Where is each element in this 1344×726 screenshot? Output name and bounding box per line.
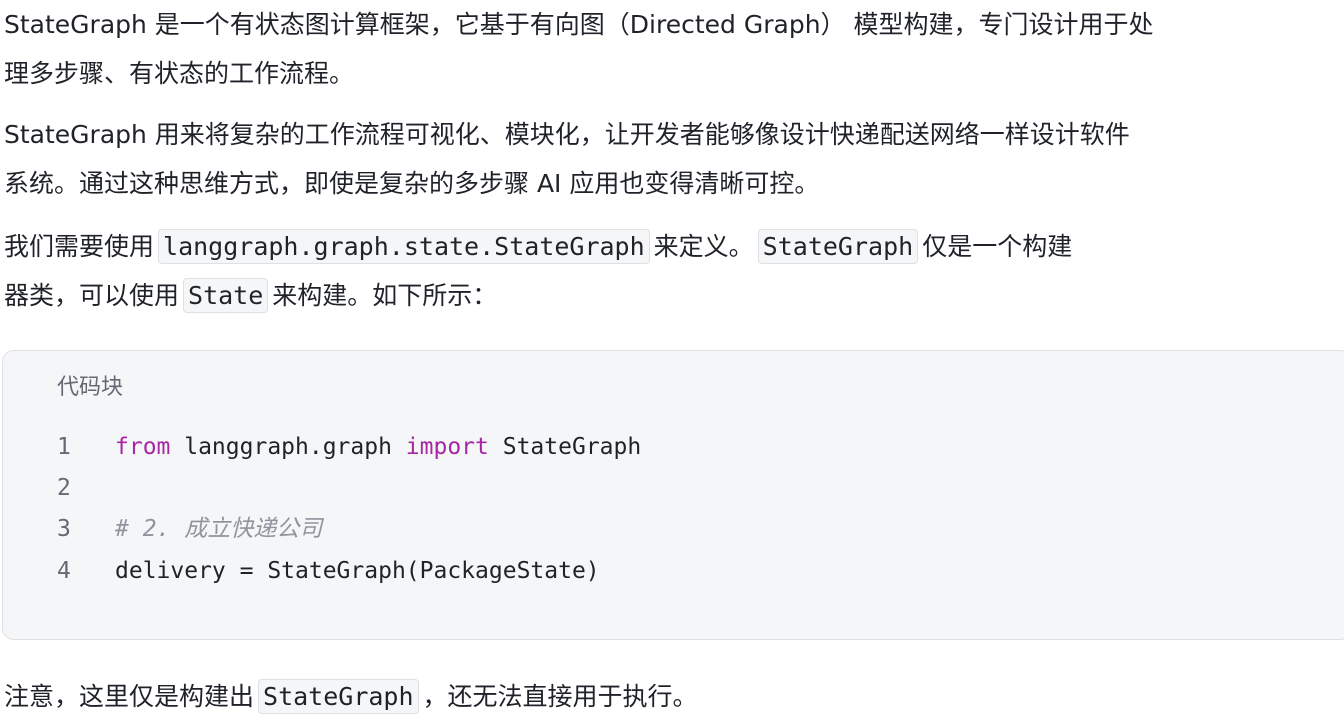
- line-number: 1: [57, 434, 71, 460]
- keyword: import: [405, 434, 489, 460]
- line-number: 4: [57, 558, 71, 584]
- code-block[interactable]: 代码块 1 from langgraph.graph import StateG…: [2, 350, 1344, 640]
- paragraph-text: 仅是一个构建: [922, 232, 1073, 261]
- inline-code-state: State: [183, 278, 269, 313]
- code-fragment: StateGraph: [488, 434, 642, 460]
- paragraph-text: 来构建。如下所示：: [272, 281, 498, 310]
- code-text: from langgraph.graph import StateGraph: [115, 427, 641, 468]
- line-number: 2: [57, 475, 71, 501]
- paragraph-note: 注意，这里仅是构建出 StateGraph ，还无法直接用于执行。: [4, 672, 1340, 721]
- paragraph-purpose: StateGraph 用来将复杂的工作流程可视化、模块化，让开发者能够像设计快递…: [4, 110, 1340, 208]
- inline-code-stategraph: StateGraph: [258, 679, 419, 714]
- paragraph-text: 理多步骤、有状态的工作流程。: [4, 59, 355, 88]
- paragraph-text: 系统。通过这种思维方式，即使是复杂的多步骤 AI 应用也变得清晰可控。: [4, 169, 820, 198]
- code-text: delivery = StateGraph(PackageState): [115, 558, 600, 584]
- code-block-title: 代码块: [57, 375, 124, 400]
- paragraph-intro: StateGraph 是一个有状态图计算框架，它基于有向图（Directed G…: [4, 0, 1340, 98]
- keyword: from: [115, 434, 171, 460]
- paragraph-text: StateGraph 是一个有状态图计算框架，它基于有向图（Directed G…: [4, 10, 1154, 39]
- inline-code-stategraph: StateGraph: [757, 229, 919, 264]
- code-fragment: langgraph.graph: [170, 434, 406, 460]
- line-number: 3: [57, 516, 71, 542]
- paragraph-text: 注意，这里仅是构建出: [4, 682, 255, 711]
- inline-code-stategraph-path: langgraph.graph.state.StateGraph: [158, 229, 650, 264]
- paragraph-text: 来定义。: [653, 232, 754, 261]
- code-comment: # 2. 成立快递公司: [115, 516, 323, 542]
- paragraph-usage: 我们需要使用 langgraph.graph.state.StateGraph 来定…: [4, 222, 1340, 320]
- paragraph-text: 我们需要使用: [4, 232, 155, 261]
- paragraph-text: StateGraph 用来将复杂的工作流程可视化、模块化，让开发者能够像设计快递…: [4, 120, 1130, 149]
- paragraph-text: 器类，可以使用: [4, 281, 180, 310]
- paragraph-text: ，还无法直接用于执行。: [422, 682, 698, 711]
